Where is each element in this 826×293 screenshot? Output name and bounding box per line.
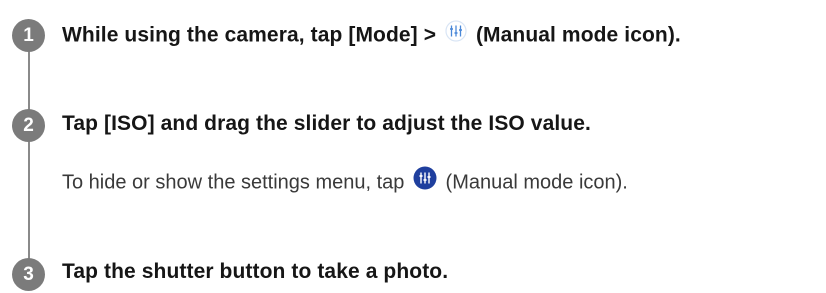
step-2-instruction: Tap [ISO] and drag the slider to adjust … [62,112,591,135]
step-list: 1 While using the camera, tap [Mode] > (… [0,0,826,293]
step-2-note-after: (Manual mode icon). [439,171,628,194]
step-1-badge: 1 [12,19,45,52]
step-2-note: To hide or show the settings menu, tap (… [62,166,628,198]
manual-mode-outline-icon [445,20,467,48]
step-1-instruction: While using the camera, tap [Mode] > (Ma… [62,20,681,50]
timeline-line [28,32,30,272]
step-1-text-after: (Manual mode icon). [470,23,681,47]
step-2-note-before: To hide or show the settings menu, tap [62,171,410,194]
manual-mode-filled-icon [413,166,437,196]
step-3-badge: 3 [12,258,45,291]
step-1-text-before: While using the camera, tap [Mode] > [62,23,443,47]
step-2-badge: 2 [12,109,45,142]
step-3-instruction: Tap the shutter button to take a photo. [62,260,449,283]
